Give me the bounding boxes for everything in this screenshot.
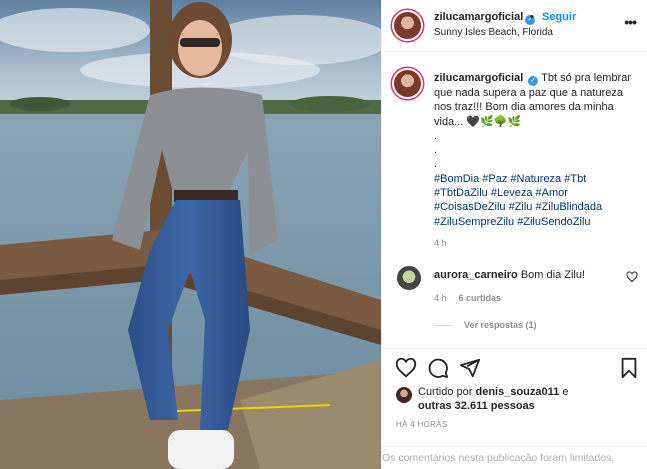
comment-body: Bom dia Zilu!: [520, 269, 586, 281]
post-photo[interactable]: [0, 0, 381, 469]
comment-like-heart-icon[interactable]: [626, 271, 638, 283]
comments-limited-notice: Os comentários nesta publicação foram li…: [382, 446, 647, 464]
view-replies-button[interactable]: Ver respostas (1): [434, 320, 537, 330]
post-timestamp[interactable]: HÁ 4 HORAS: [396, 420, 447, 429]
follow-button[interactable]: Seguir: [542, 11, 576, 23]
liked-conj: e: [562, 386, 569, 398]
liker-username[interactable]: denis_souza011: [475, 386, 559, 398]
comment-time[interactable]: 4 h: [434, 293, 447, 303]
comment-likes[interactable]: 6 curtidas: [459, 293, 502, 303]
author-avatar[interactable]: [394, 12, 421, 39]
replies-divider: [434, 325, 452, 327]
view-replies-label[interactable]: Ver respostas (1): [464, 320, 537, 330]
caption-time[interactable]: 4 h: [434, 238, 447, 248]
instagram-post: zilucamargoficial ✓ • Seguir Sunny Isles …: [0, 0, 647, 469]
photo-illustration: [0, 0, 381, 469]
liked-prefix: Curtido por: [418, 386, 473, 398]
caption-dot: .: [434, 144, 438, 157]
liked-by-text: Curtido por denis_souza011 e outras 32.6…: [418, 385, 647, 413]
caption-avatar[interactable]: [394, 70, 421, 97]
separator-dot: •: [530, 11, 534, 23]
author-username-text[interactable]: zilucamargoficial: [434, 11, 523, 23]
caption-username[interactable]: zilucamargoficial: [434, 72, 523, 84]
action-bar: Curtido por denis_souza011 e outras 32.6…: [382, 348, 647, 469]
caption-hashtags[interactable]: #BomDia #Paz #Natureza #Tbt #TbtDaZilu #…: [434, 173, 602, 228]
more-options-icon[interactable]: •••: [624, 14, 637, 30]
post-header: zilucamargoficial ✓ • Seguir Sunny Isles …: [382, 0, 647, 52]
author-username[interactable]: zilucamargoficial ✓: [434, 11, 536, 25]
comment-icon[interactable]: [427, 357, 449, 379]
bookmark-icon[interactable]: [618, 357, 640, 379]
likes-count[interactable]: outras 32.611 pessoas: [418, 400, 535, 412]
post-sidebar: zilucamargoficial ✓ • Seguir Sunny Isles …: [381, 0, 647, 469]
heart-icon[interactable]: [395, 357, 417, 379]
liker-avatar[interactable]: [396, 387, 412, 403]
caption-dot: .: [434, 158, 438, 171]
comment-text-block: aurora_carneiro Bom dia Zilu!: [434, 269, 585, 281]
share-icon[interactable]: [459, 357, 481, 379]
caption-text-block: zilucamargoficial ✓ Tbt só pra lembrar qu…: [434, 71, 634, 229]
location-link[interactable]: Sunny Isles Beach, Florida: [434, 27, 553, 38]
comment-meta: 4 h 6 curtidas: [434, 293, 501, 303]
comment-item: aurora_carneiro Bom dia Zilu! 4 h 6 curti…: [394, 266, 644, 336]
caption-dot: .: [434, 129, 438, 142]
commenter-avatar[interactable]: [397, 266, 421, 290]
commenter-username[interactable]: aurora_carneiro: [434, 269, 518, 281]
verified-badge-icon: ✓: [528, 76, 539, 86]
